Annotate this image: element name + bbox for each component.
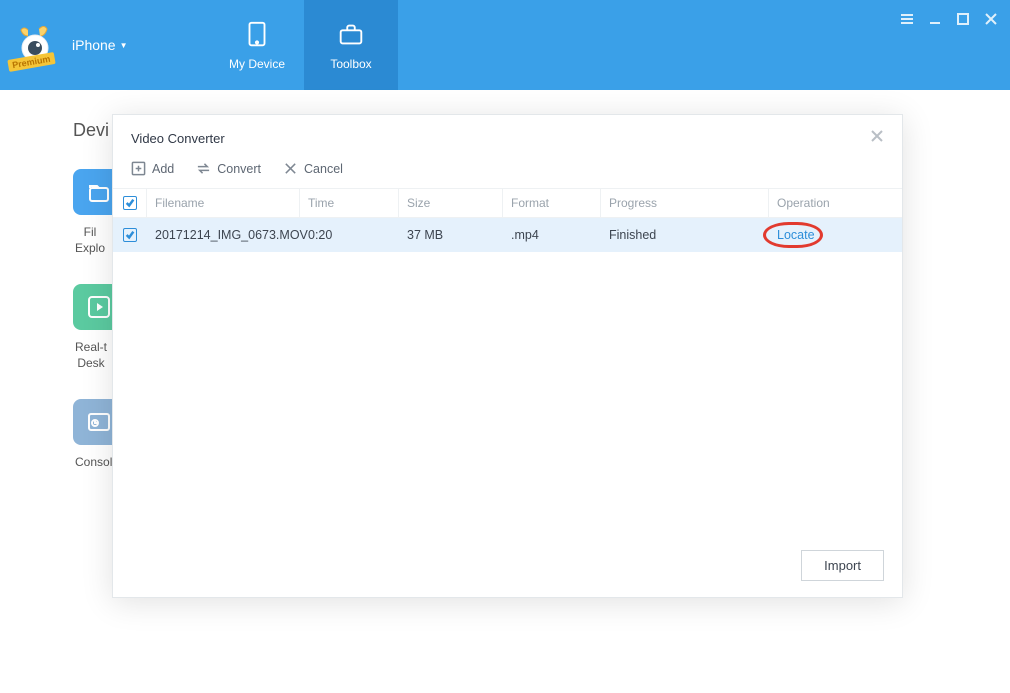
caret-down-icon: ▼ [120,41,128,50]
check-icon [125,198,135,208]
close-window-button[interactable] [982,10,1000,28]
cell-filename: 20171214_IMG_0673.MOV [147,218,300,252]
modal-title: Video Converter [131,131,225,146]
grid-body: 20171214_IMG_0673.MOV0:2037 MB.mp4Finish… [113,218,902,252]
add-button[interactable]: Add [131,161,174,176]
video-converter-modal: Video Converter Add Convert Cancel Filen… [112,114,903,598]
toolbox-item-label: FilExplo [73,225,105,256]
window-controls [898,0,1010,90]
swap-icon [196,161,211,176]
locate-link[interactable]: Locate [777,228,815,242]
plus-square-icon [131,161,146,176]
convert-button[interactable]: Convert [196,161,261,176]
col-progress[interactable]: Progress [601,189,769,217]
toolbox-item-label: Consol [73,455,112,471]
cancel-button[interactable]: Cancel [283,161,343,176]
grid-header: Filename Time Size Format Progress Opera… [113,188,902,218]
app-logo-icon: Premium [14,24,56,66]
maximize-button[interactable] [954,10,972,28]
minimize-button[interactable] [926,10,944,28]
col-filename[interactable]: Filename [147,189,300,217]
tab-label: Toolbox [330,57,371,71]
toolbox-icon [336,19,366,49]
tab-label: My Device [229,57,285,71]
add-label: Add [152,162,174,176]
cell-size: 37 MB [399,218,503,252]
x-icon [283,161,298,176]
cancel-label: Cancel [304,162,343,176]
convert-label: Convert [217,162,261,176]
toolbox-item-label: Real-tDesk [73,340,107,371]
device-selector[interactable]: iPhone ▼ [72,37,128,53]
import-button[interactable]: Import [801,550,884,581]
row-checkbox[interactable] [123,228,137,242]
modal-close-button[interactable] [870,129,884,147]
app-header: Premium iPhone ▼ My Device Toolbox [0,0,1010,90]
close-icon [870,129,884,143]
menu-icon[interactable] [898,10,916,28]
col-format[interactable]: Format [503,189,601,217]
logo-area: Premium iPhone ▼ [0,0,210,90]
select-all-checkbox[interactable] [123,196,137,210]
cell-format: .mp4 [503,218,601,252]
tablet-icon [242,19,272,49]
col-size[interactable]: Size [399,189,503,217]
col-operation[interactable]: Operation [769,189,902,217]
tab-my-device[interactable]: My Device [210,0,304,90]
cell-time: 0:20 [300,218,399,252]
table-row[interactable]: 20171214_IMG_0673.MOV0:2037 MB.mp4Finish… [113,218,902,252]
tab-toolbox[interactable]: Toolbox [304,0,398,90]
col-time[interactable]: Time [300,189,399,217]
check-icon [125,230,135,240]
cell-progress: Finished [601,218,769,252]
device-selector-label: iPhone [72,37,116,53]
